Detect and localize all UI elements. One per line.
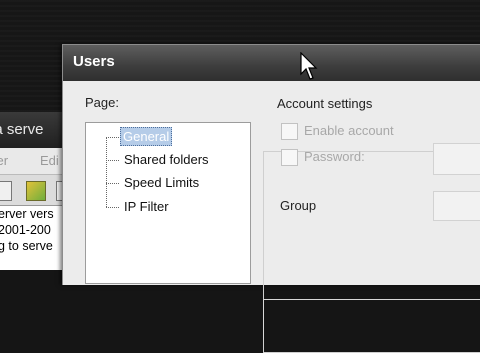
tree-connector (106, 207, 119, 208)
settings-frame (263, 299, 480, 340)
page-label: Page: (85, 95, 119, 110)
menu-item-edit[interactable]: Edi (40, 148, 59, 174)
enable-account-checkbox[interactable] (281, 123, 298, 140)
page-tree[interactable]: General Shared folders Speed Limits IP F… (85, 122, 251, 284)
account-settings-label: Account settings (277, 96, 373, 111)
tree-item-general[interactable]: General (120, 127, 173, 146)
password-checkbox[interactable] (281, 149, 298, 166)
background-menubar: ver Edi (0, 148, 68, 174)
dialog-titlebar[interactable]: Users (63, 45, 480, 81)
group-label: Group (280, 198, 317, 213)
users-dialog: Users Page: General Shared folders Speed… (62, 44, 480, 353)
dialog-body: Page: General Shared folders Speed Limit… (63, 81, 480, 353)
password-label: Password: (304, 149, 365, 164)
tree-connector (106, 160, 119, 161)
toolbar-connect-icon[interactable] (0, 181, 12, 201)
background-toolbar (0, 174, 68, 206)
tree-item-shared-folders[interactable]: Shared folders (122, 151, 211, 168)
tree-connector (106, 137, 119, 138)
background-window-titlebar[interactable]: la serve (0, 112, 68, 148)
group-select[interactable] (433, 191, 480, 221)
log-line: erver vers (0, 207, 54, 221)
dialog-title: Users (73, 53, 115, 70)
background-window-title: la serve (0, 121, 44, 138)
tree-connector (106, 183, 119, 184)
password-field[interactable] (433, 143, 480, 175)
tree-connector (106, 137, 107, 207)
menu-item-server[interactable]: ver (0, 148, 8, 174)
toolbar-users-icon[interactable] (26, 181, 46, 201)
mouse-cursor-icon (300, 52, 318, 80)
tree-item-ip-filter[interactable]: IP Filter (122, 198, 171, 215)
tree-item-speed-limits[interactable]: Speed Limits (122, 174, 201, 191)
server-log: erver vers 2001-200 g to serve (0, 206, 68, 270)
log-line: g to serve (0, 239, 53, 253)
log-line: 2001-200 (0, 223, 51, 237)
enable-account-label: Enable account (304, 123, 394, 138)
